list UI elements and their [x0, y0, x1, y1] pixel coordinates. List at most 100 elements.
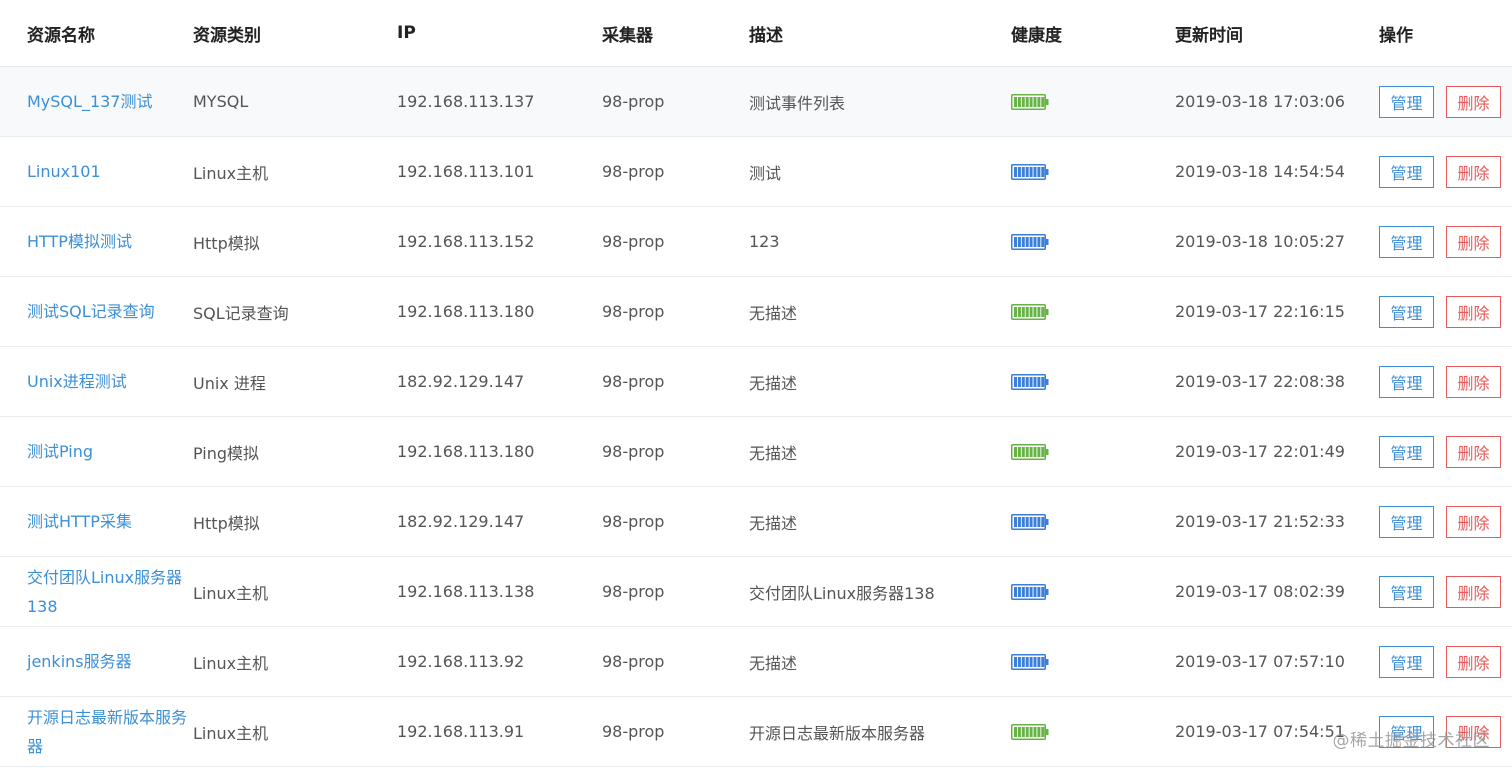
resource-updated-time: 2019-03-17 21:52:33 [1175, 512, 1345, 531]
blue-battery-icon [1011, 557, 1049, 626]
manage-button[interactable]: 管理 [1379, 435, 1434, 468]
manage-button[interactable]: 管理 [1379, 85, 1434, 118]
delete-button[interactable]: 删除 [1446, 155, 1501, 188]
green-battery-icon [1011, 277, 1049, 346]
table-row: 测试HTTP采集 Http模拟 182.92.129.147 98-prop 无描述 20… [0, 487, 1512, 557]
resource-collector: 98-prop [602, 582, 665, 601]
resource-description: 无描述 [749, 303, 798, 323]
resource-collector: 98-prop [602, 652, 665, 671]
table-body: MySQL_137测试 MYSQL 192.168.113.137 98-prop 测试… [0, 67, 1512, 767]
manage-button[interactable]: 管理 [1379, 505, 1434, 538]
resource-name-link[interactable]: 测试Ping [27, 417, 192, 486]
row-actions: 管理 删除 [1379, 557, 1501, 626]
resource-description: 测试事件列表 [749, 93, 846, 113]
header-updated-time: 更新时间 [1175, 25, 1243, 46]
resource-category: SQL记录查询 [193, 303, 289, 323]
resource-updated-time: 2019-03-17 22:16:15 [1175, 302, 1345, 321]
resource-collector: 98-prop [602, 512, 665, 531]
manage-button[interactable]: 管理 [1379, 645, 1434, 678]
resource-collector: 98-prop [602, 442, 665, 461]
resource-description: 无描述 [749, 653, 798, 673]
resource-collector: 98-prop [602, 372, 665, 391]
resource-ip: 192.168.113.137 [397, 92, 535, 111]
green-battery-icon [1011, 67, 1049, 136]
resource-ip: 192.168.113.152 [397, 232, 535, 251]
blue-battery-icon [1011, 627, 1049, 696]
manage-button[interactable]: 管理 [1379, 575, 1434, 608]
resource-updated-time: 2019-03-18 17:03:06 [1175, 92, 1345, 111]
resource-updated-time: 2019-03-17 08:02:39 [1175, 582, 1345, 601]
row-actions: 管理 删除 [1379, 277, 1501, 346]
delete-button[interactable]: 删除 [1446, 225, 1501, 258]
watermark: @稀土掘金技术社区 [1332, 731, 1490, 751]
resource-name-link[interactable]: 测试SQL记录查询 [27, 277, 192, 346]
table-row: jenkins服务器 Linux主机 192.168.113.92 98-prop 无描… [0, 627, 1512, 697]
resource-updated-time: 2019-03-17 22:01:49 [1175, 442, 1345, 461]
resource-ip: 192.168.113.180 [397, 302, 535, 321]
table-header: 资源名称 资源类别 IP 采集器 描述 健康度 更新时间 操作 [0, 0, 1512, 67]
delete-button[interactable]: 删除 [1446, 645, 1501, 678]
resource-description: 无描述 [749, 443, 798, 463]
resource-ip: 192.168.113.91 [397, 722, 525, 741]
header-actions: 操作 [1379, 25, 1413, 46]
resource-category: MYSQL [193, 92, 249, 111]
resource-category: Linux主机 [193, 583, 269, 603]
resource-name-link[interactable]: Linux101 [27, 137, 192, 206]
delete-button[interactable]: 删除 [1446, 365, 1501, 398]
resource-category: Linux主机 [193, 723, 269, 743]
manage-button[interactable]: 管理 [1379, 155, 1434, 188]
row-actions: 管理 删除 [1379, 487, 1501, 556]
table-row: 开源日志最新版本服务器 Linux主机 192.168.113.91 98-prop 开… [0, 697, 1512, 767]
delete-button[interactable]: 删除 [1446, 435, 1501, 468]
resource-name-link[interactable]: MySQL_137测试 [27, 67, 192, 136]
resource-name-link[interactable]: jenkins服务器 [27, 627, 192, 696]
manage-button[interactable]: 管理 [1379, 225, 1434, 258]
resource-name-link[interactable]: Unix进程测试 [27, 347, 192, 416]
table-row: 测试SQL记录查询 SQL记录查询 192.168.113.180 98-prop 无描… [0, 277, 1512, 347]
row-actions: 管理 删除 [1379, 207, 1501, 276]
resource-name-link[interactable]: 开源日志最新版本服务器 [27, 697, 192, 766]
delete-button[interactable]: 删除 [1446, 295, 1501, 328]
blue-battery-icon [1011, 207, 1049, 276]
resource-updated-time: 2019-03-17 07:54:51 [1175, 722, 1345, 741]
resource-description: 开源日志最新版本服务器 [749, 723, 926, 743]
row-actions: 管理 删除 [1379, 417, 1501, 486]
resource-name-link[interactable]: 交付团队Linux服务器138 [27, 557, 192, 626]
resource-updated-time: 2019-03-18 10:05:27 [1175, 232, 1345, 251]
resource-category: Http模拟 [193, 233, 260, 253]
delete-button[interactable]: 删除 [1446, 505, 1501, 538]
resource-name-link[interactable]: 测试HTTP采集 [27, 487, 192, 556]
row-actions: 管理 删除 [1379, 137, 1501, 206]
resource-collector: 98-prop [602, 722, 665, 741]
manage-button[interactable]: 管理 [1379, 365, 1434, 398]
green-battery-icon [1011, 697, 1049, 766]
resource-category: Linux主机 [193, 163, 269, 183]
resource-updated-time: 2019-03-17 22:08:38 [1175, 372, 1345, 391]
header-collector: 采集器 [602, 25, 653, 46]
resource-category: Ping模拟 [193, 443, 260, 463]
resource-category: Linux主机 [193, 653, 269, 673]
row-actions: 管理 删除 [1379, 627, 1501, 696]
resource-collector: 98-prop [602, 162, 665, 181]
resource-ip: 182.92.129.147 [397, 372, 525, 391]
green-battery-icon [1011, 417, 1049, 486]
resource-collector: 98-prop [602, 232, 665, 251]
resource-updated-time: 2019-03-17 07:57:10 [1175, 652, 1345, 671]
delete-button[interactable]: 删除 [1446, 85, 1501, 118]
resource-description: 测试 [749, 163, 782, 183]
row-actions: 管理 删除 [1379, 67, 1501, 136]
delete-button[interactable]: 删除 [1446, 575, 1501, 608]
resource-ip: 192.168.113.92 [397, 652, 525, 671]
resource-description: 无描述 [749, 373, 798, 393]
header-health: 健康度 [1011, 25, 1062, 46]
resource-ip: 192.168.113.180 [397, 442, 535, 461]
resource-description: 交付团队Linux服务器138 [749, 583, 935, 603]
resource-name-link[interactable]: HTTP模拟测试 [27, 207, 192, 276]
resource-collector: 98-prop [602, 92, 665, 111]
table-row: MySQL_137测试 MYSQL 192.168.113.137 98-prop 测试… [0, 67, 1512, 137]
resource-description: 123 [749, 232, 780, 251]
row-actions: 管理 删除 [1379, 347, 1501, 416]
manage-button[interactable]: 管理 [1379, 295, 1434, 328]
blue-battery-icon [1011, 487, 1049, 556]
table-row: Unix进程测试 Unix 进程 182.92.129.147 98-prop 无描述 2… [0, 347, 1512, 417]
